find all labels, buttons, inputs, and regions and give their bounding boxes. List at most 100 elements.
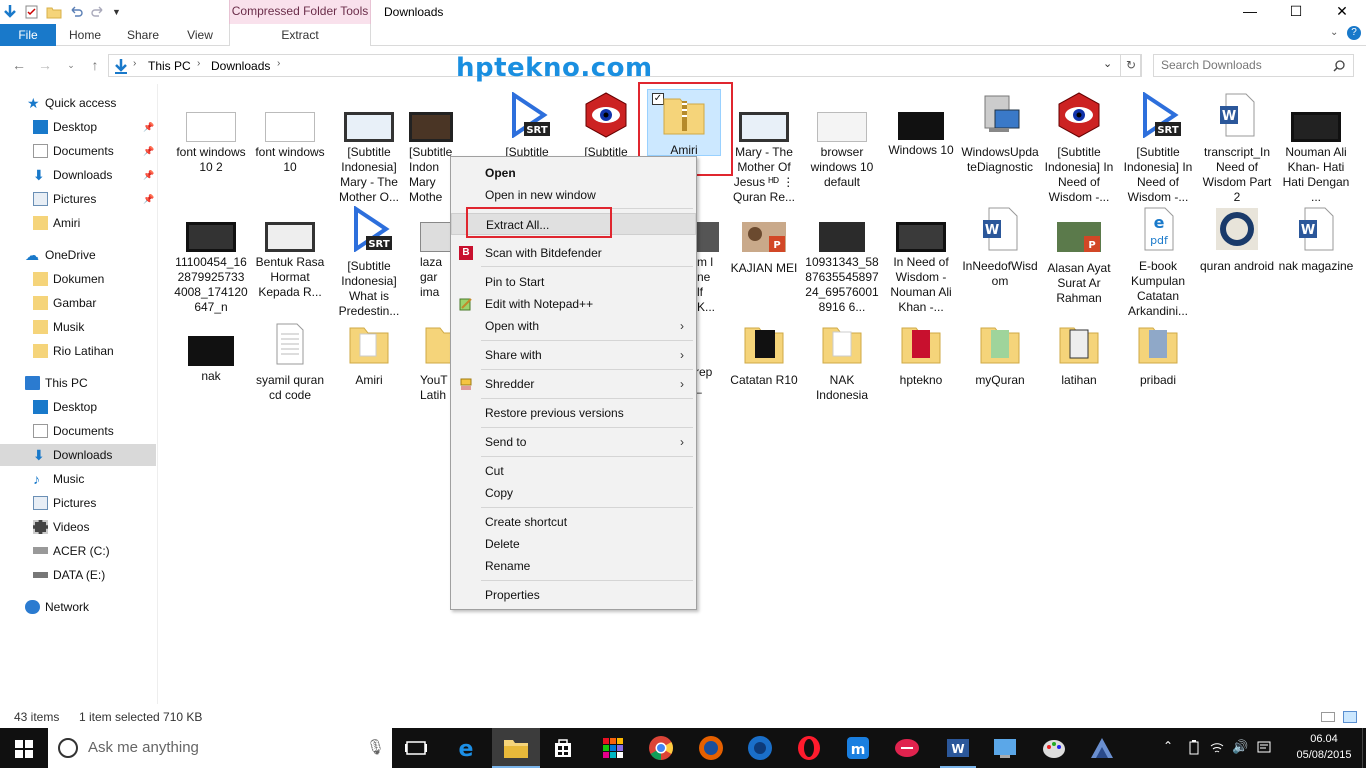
file-item[interactable]: font windows 10 [251,106,329,175]
file-item[interactable]: [Subtitle Indon Mary Mothe [409,106,453,205]
back-arrow-icon[interactable]: ← [10,55,28,75]
breadcrumb-this-pc[interactable]: This PC [148,59,191,73]
system-clock[interactable]: 06.04 05/08/2015 [1287,731,1361,763]
action-center-icon[interactable] [1256,740,1272,756]
nav-pc-drive-e[interactable]: DATA (E:) [0,564,156,586]
nav-onedrive-gambar[interactable]: Gambar [0,292,156,314]
file-item[interactable]: SRT [Subtitle Indonesia] What is Predest… [330,205,408,319]
task-view-icon[interactable] [402,734,430,762]
firefox-icon[interactable] [697,734,725,762]
nav-quick-pictures[interactable]: Pictures 📌 [0,188,156,210]
file-item[interactable]: pribadi [1119,322,1197,388]
file-item[interactable]: browser windows 10 default [803,106,881,190]
address-dropdown-chevron-icon[interactable]: ⌄ [1103,57,1112,70]
breadcrumb-downloads[interactable]: Downloads [211,59,270,73]
menu-item-pin-start[interactable]: Pin to Start [451,271,696,293]
store-icon[interactable] [549,734,577,762]
nav-quick-amiri[interactable]: Amiri [0,212,156,234]
cortana-search-input[interactable]: Ask me anything 🎙 [48,728,392,768]
file-item[interactable]: SRT [Subtitle [488,91,566,160]
menu-item-open-with[interactable]: Open with › [451,315,696,337]
file-item[interactable]: m l ne lf K... [697,220,719,315]
wifi-icon[interactable] [1209,740,1225,756]
menu-item-create-shortcut[interactable]: Create shortcut [451,511,696,533]
file-item[interactable]: W nak magazine [1277,206,1355,274]
nav-onedrive[interactable]: ☁ OneDrive [0,244,156,266]
close-button[interactable]: ✕ [1319,0,1365,24]
file-item[interactable]: font windows 10 2 [172,106,250,175]
file-item[interactable]: W transcript_In Need of Wisdom Part 2 [1198,92,1276,205]
file-item[interactable]: Amiri [330,322,408,388]
file-item[interactable]: [Subtitle [567,92,645,160]
opera-icon[interactable] [795,734,823,762]
nav-quick-access[interactable]: ★ Quick access [0,92,156,114]
menu-item-properties[interactable]: Properties [451,584,696,606]
file-item[interactable]: Bentuk Rasa Hormat Kepada R... [251,220,329,300]
media-app-icon[interactable] [746,734,774,762]
nav-pc-videos[interactable]: Videos [0,516,156,538]
file-item[interactable]: W InNeedofWisdom [961,206,1039,289]
chrome-icon[interactable] [647,734,675,762]
file-item[interactable]: 11100454_162879925733 4008_174120647_n [172,220,250,315]
power-battery-icon[interactable] [1186,740,1202,756]
file-item[interactable]: P Alasan Ayat Surat Ar Rahman [1040,220,1118,306]
file-item[interactable]: In Need of Wisdom - Nouman Ali Khan -... [882,220,960,315]
menu-item-rename[interactable]: Rename [451,555,696,577]
menu-item-send-to[interactable]: Send to › [451,431,696,453]
menu-item-open[interactable]: Open [451,162,696,184]
undo-icon[interactable] [68,4,84,20]
file-item[interactable]: Nouman Ali Khan- Hati Hati Dengan ... [1277,106,1355,205]
file-item[interactable]: NAK Indonesia [803,322,881,403]
file-item[interactable]: myQuran [961,322,1039,388]
show-desktop-button[interactable] [1362,728,1366,768]
download-arrow-icon[interactable] [2,4,18,20]
tab-view[interactable]: View [173,24,227,46]
menu-item-edit-notepad[interactable]: Edit with Notepad++ [451,293,696,315]
nav-onedrive-rio-latihan[interactable]: Rio Latihan [0,340,156,362]
ribbon-expand-chevron-icon[interactable]: ⌄ [1330,27,1338,38]
menu-item-delete[interactable]: Delete [451,533,696,555]
menu-item-copy[interactable]: Copy [451,482,696,504]
up-arrow-icon[interactable]: ↑ [86,55,104,75]
nav-network[interactable]: Network [0,596,156,618]
nav-pc-drive-c[interactable]: ACER (C:) [0,540,156,562]
nav-quick-documents[interactable]: Documents 📌 [0,140,156,162]
menu-item-cut[interactable]: Cut [451,460,696,482]
tab-share[interactable]: Share [116,24,170,46]
word-task[interactable]: W [940,728,976,768]
tab-home[interactable]: Home [58,24,112,46]
file-item[interactable]: latihan [1040,322,1118,388]
volume-icon[interactable]: 🔊 [1232,739,1248,755]
remote-desktop-icon[interactable] [991,734,1019,762]
file-item[interactable]: [Subtitle Indonesia] In Need of Wisdom -… [1040,92,1118,205]
file-item[interactable]: YouT Latih [420,322,453,403]
file-item[interactable]: hptekno [882,322,960,388]
mountain-app-icon[interactable] [1088,734,1116,762]
tab-file[interactable]: File [0,24,56,46]
windows-start-icon[interactable] [15,740,33,758]
search-icon[interactable] [1333,60,1345,72]
microphone-icon[interactable]: 🎙 [366,728,385,768]
file-item[interactable]: P KAJIAN MEI [725,220,803,276]
file-item[interactable]: SRT [Subtitle Indonesia] In Need of Wisd… [1119,91,1197,205]
nav-onedrive-musik[interactable]: Musik [0,316,156,338]
redo-icon[interactable] [90,4,106,20]
menu-item-open-new-window[interactable]: Open in new window [451,184,696,206]
file-item[interactable]: Catatan R10 [725,322,803,388]
file-explorer-task-active[interactable] [492,728,540,768]
recent-locations-chevron-icon[interactable]: ⌄ [62,55,80,75]
nav-pc-desktop[interactable]: Desktop [0,396,156,418]
customize-qat-chevron-icon[interactable]: ▼ [112,7,121,17]
file-item[interactable]: syamil quran cd code [251,322,329,403]
nav-pc-pictures[interactable]: Pictures [0,492,156,514]
nav-this-pc[interactable]: This PC [0,372,156,394]
nav-quick-desktop[interactable]: Desktop 📌 [0,116,156,138]
file-item[interactable]: laza gar ima [420,220,453,300]
large-icons-view-icon[interactable] [1343,711,1357,723]
file-item[interactable]: WindowsUpdateDiagnostic [961,92,1039,175]
file-item[interactable]: Windows 10 [882,106,960,158]
menu-item-scan-bitdefender[interactable]: B Scan with Bitdefender [451,242,696,264]
app-grid-icon[interactable] [599,734,627,762]
menu-item-restore-versions[interactable]: Restore previous versions [451,402,696,424]
details-view-icon[interactable] [1321,712,1335,722]
